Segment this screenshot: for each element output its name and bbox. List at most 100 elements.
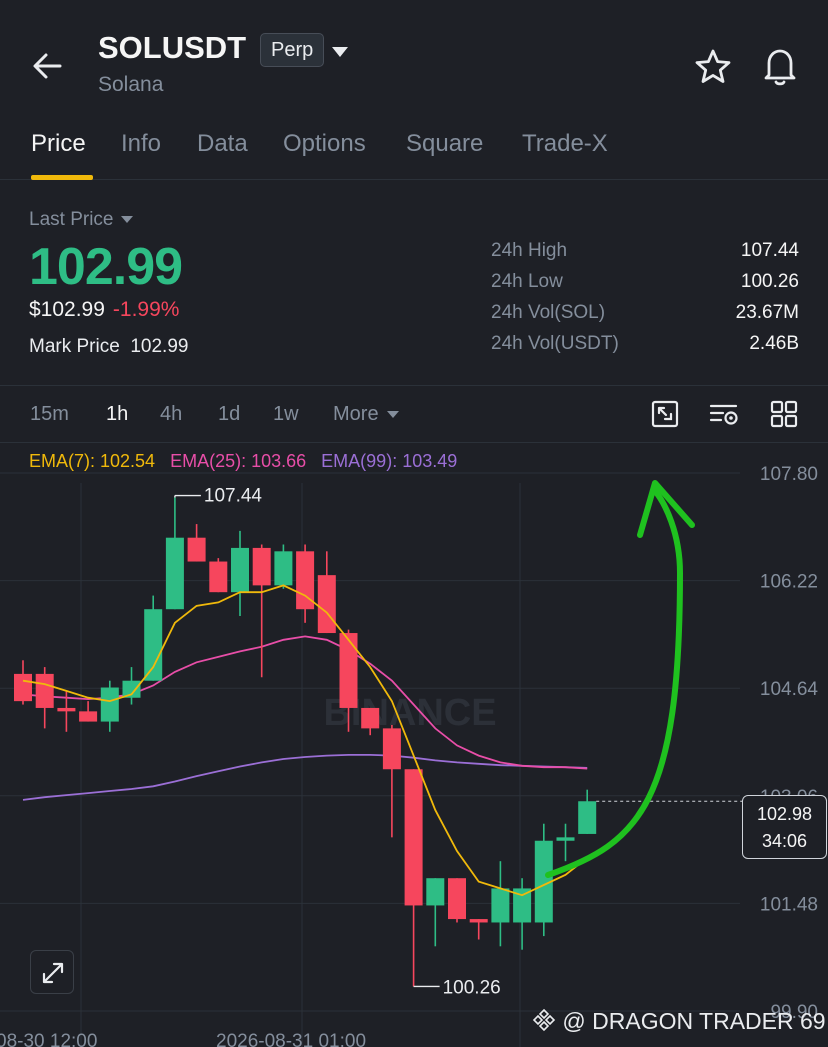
chevron-down-icon[interactable] <box>330 44 350 60</box>
candle-body <box>426 878 445 906</box>
stat-label: 24h High <box>491 240 568 261</box>
candle-countdown: 34:06 <box>761 831 808 851</box>
expand-icon <box>42 962 64 984</box>
layout-grid-icon[interactable] <box>769 399 799 429</box>
interval-1w[interactable]: 1w <box>273 403 299 426</box>
tab-square[interactable]: Square <box>406 130 483 158</box>
candle-body <box>382 728 401 770</box>
candles <box>14 497 597 987</box>
chart-settings-icon[interactable] <box>709 399 739 429</box>
candle-body <box>14 673 32 702</box>
candle-up <box>165 497 184 610</box>
last-price: 102.99 <box>29 238 183 296</box>
tab-price[interactable]: Price <box>31 130 86 158</box>
candle-up <box>231 530 249 617</box>
interval-more[interactable]: More <box>333 403 399 426</box>
interval-more-label: More <box>333 403 379 425</box>
stat-label: 24h Low <box>491 271 563 292</box>
interval-4h[interactable]: 4h <box>160 403 182 426</box>
mark-price-label: Mark Price <box>29 336 120 357</box>
candle-body <box>187 537 206 562</box>
current-price-box: 102.98 34:06 <box>742 795 827 859</box>
candle-up <box>100 680 119 732</box>
candle-body <box>252 547 271 586</box>
high-marker-line <box>174 494 201 498</box>
back-arrow-icon[interactable] <box>28 46 68 86</box>
mark-price: 102.99 <box>130 336 189 357</box>
high-marker-label: 107.44 <box>204 486 263 507</box>
fullscreen-chart-icon[interactable] <box>650 399 680 429</box>
interval-1h[interactable]: 1h <box>106 403 128 426</box>
candle-body <box>469 919 488 923</box>
candle-body <box>209 561 228 593</box>
x-tick-label: 08-30 12:00 <box>0 1031 97 1047</box>
caret-down-icon <box>386 411 399 419</box>
tab-trade-x[interactable]: Trade-X <box>522 130 608 158</box>
candle-body <box>165 537 184 610</box>
candle-down <box>35 667 54 729</box>
candle-up <box>491 861 510 947</box>
candlestick-chart[interactable]: BINANCE 107.80106.22104.64103.06101.4899… <box>0 443 828 1047</box>
tab-data[interactable]: Data <box>197 130 248 158</box>
interval-15m[interactable]: 15m <box>30 403 69 426</box>
candle-down <box>79 701 98 722</box>
ema7-path <box>22 584 588 897</box>
ema25-label: EMA(25): 103.66 <box>170 451 307 471</box>
candle-up <box>556 823 575 862</box>
ema99-label: EMA(99): 103.49 <box>321 451 458 471</box>
candle-down <box>209 558 228 593</box>
interval-1d[interactable]: 1d <box>218 403 240 426</box>
candle-down <box>469 919 488 940</box>
current-price: 102.98 <box>756 804 813 824</box>
active-tab-indicator <box>31 175 93 180</box>
candle-body <box>448 878 466 920</box>
expand-chart-button[interactable] <box>30 950 74 994</box>
ema99-path <box>22 753 588 801</box>
contract-badge: Perp <box>260 33 325 67</box>
stat-value: 23.67M <box>735 302 799 323</box>
chart-grid <box>0 472 740 1047</box>
candle-down <box>296 544 315 623</box>
candle-up <box>274 544 293 589</box>
symbol-title[interactable]: SOLUSDT <box>98 30 246 66</box>
candle-up <box>534 823 553 937</box>
candle-up <box>426 878 445 947</box>
caret-down-icon <box>121 216 134 224</box>
candle-body <box>578 801 597 834</box>
creator-watermark: @ DRAGON TRADER 69 <box>532 1008 826 1035</box>
stat-label: 24h Vol(USDT) <box>491 333 619 354</box>
usd-price-line: $102.99 -1.99% <box>29 298 179 322</box>
candle-down <box>404 769 423 987</box>
stat-value: 107.44 <box>740 240 799 261</box>
candle-body <box>556 837 575 841</box>
usd-price: $102.99 <box>29 298 105 321</box>
y-tick-label: 107.80 <box>760 464 818 485</box>
candle-body <box>491 888 510 923</box>
watermark-text: @ DRAGON TRADER 69 <box>562 1008 826 1034</box>
y-tick-label: 104.64 <box>760 679 819 700</box>
candle-body <box>144 609 163 681</box>
last-price-selector[interactable]: Last Price <box>29 209 134 231</box>
candle-body <box>35 673 54 708</box>
star-icon[interactable] <box>693 47 733 87</box>
ema99-line <box>22 753 588 801</box>
x-tick-label: 2026-08-31 01:00 <box>216 1031 366 1047</box>
y-tick-label: 101.48 <box>760 894 818 915</box>
tab-options[interactable]: Options <box>283 130 366 158</box>
last-price-label: Last Price <box>29 209 114 230</box>
annotation-arrow <box>545 488 684 878</box>
ema-legend: EMA(7): 102.54 EMA(25): 103.66 EMA(99): … <box>29 451 457 472</box>
candle-body <box>317 575 336 634</box>
interval-bar: 15m 1h 4h 1d 1w More <box>0 387 828 443</box>
candle-body <box>404 769 423 906</box>
change-percent: -1.99% <box>112 298 180 321</box>
coin-name: Solana <box>98 73 164 96</box>
bell-icon[interactable] <box>760 45 800 87</box>
candle-down <box>382 724 401 838</box>
candle-body <box>339 633 358 708</box>
header: SOLUSDT Perp Solana <box>0 0 828 118</box>
tab-info[interactable]: Info <box>121 130 161 158</box>
candle-body <box>79 711 98 722</box>
candle-body <box>100 687 119 722</box>
low-marker-label: 100.26 <box>443 977 501 998</box>
